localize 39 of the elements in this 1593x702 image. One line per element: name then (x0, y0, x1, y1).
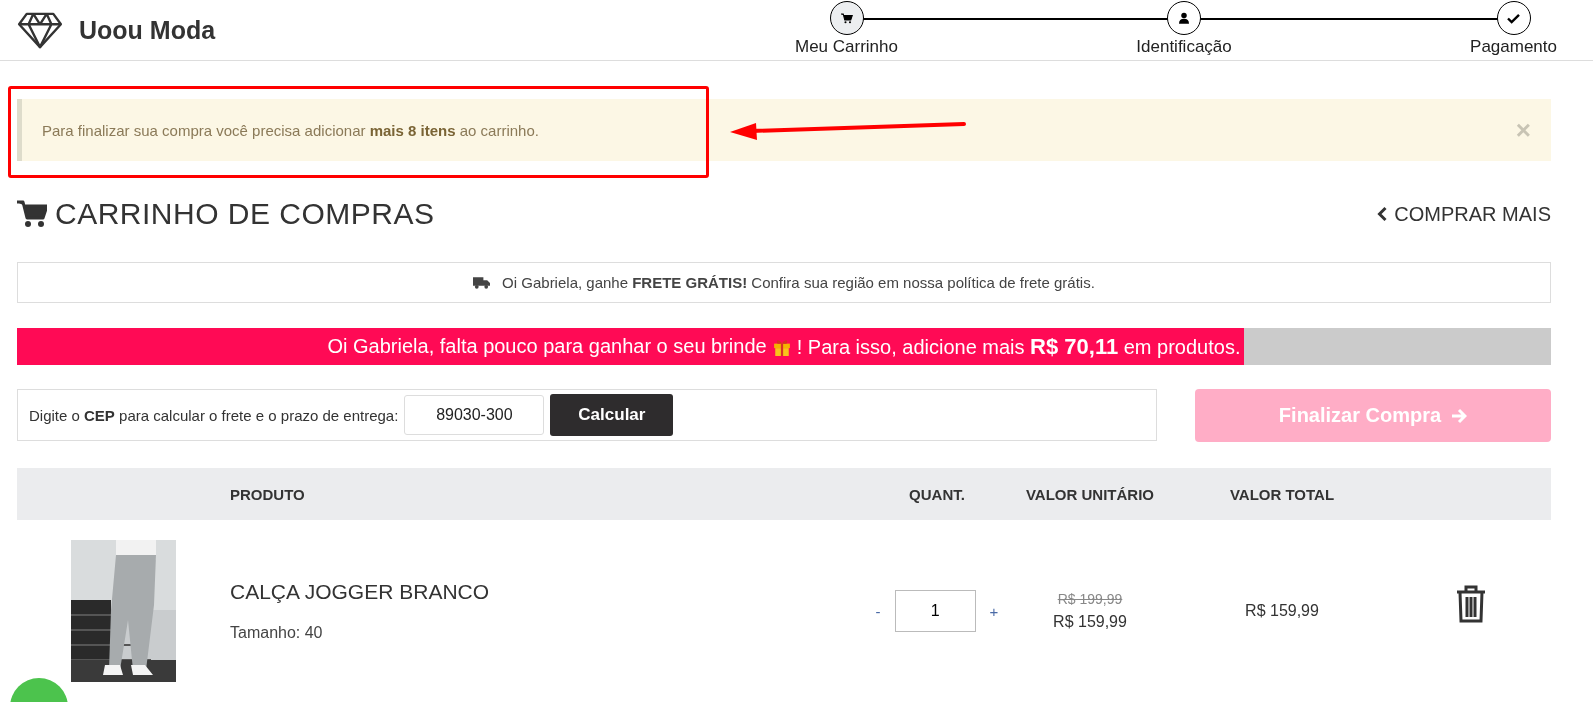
diamond-icon (17, 11, 63, 49)
cep-label: Digite o CEP para calcular o frete e o prazo de entrega: (29, 406, 399, 424)
alert-message: Para finalizar sua compra você precisa adicionar mais 8 itens ao carrinho. (42, 121, 539, 139)
user-icon (1179, 12, 1189, 24)
product-name[interactable]: CALÇA JOGGER BRANCO (230, 580, 867, 604)
step-label: Meu Carrinho (795, 37, 898, 57)
gift-progress-text: ! Para isso, adicione mais R$ 70,11 em produtos. (796, 333, 1241, 360)
increase-button[interactable]: + (985, 602, 1003, 620)
step-label: Pagamento (1470, 37, 1557, 57)
chevron-left-icon (1377, 206, 1389, 222)
cart-icon (840, 12, 853, 24)
product-size: Tamanho: 40 (230, 624, 324, 642)
check-icon (1507, 12, 1520, 24)
column-header: VALOR UNITÁRIO (1025, 485, 1155, 503)
truck-icon (473, 276, 491, 289)
step-circle[interactable] (1496, 1, 1531, 35)
step-circle[interactable] (829, 1, 864, 35)
step-circle[interactable] (1167, 1, 1201, 35)
quantity-field[interactable]: 1 (894, 590, 976, 632)
delete-button[interactable] (1456, 584, 1486, 626)
decrease-button[interactable]: - (871, 602, 885, 620)
continue-shopping-link[interactable]: COMPRAR MAIS (1377, 202, 1551, 226)
brand-name[interactable]: Uoou Moda (79, 15, 216, 45)
calculate-button[interactable]: Calcular (550, 394, 674, 436)
column-header: QUANT. (909, 485, 965, 503)
arrow-right-icon (1451, 407, 1468, 424)
page-title: CARRINHO DE COMPRAS (55, 197, 435, 231)
unit-price: R$ 159,99 (1053, 613, 1127, 631)
column-header: VALOR TOTAL (1229, 485, 1335, 503)
original-price: R$ 199,99 (1057, 591, 1123, 607)
shipping-notice: Oi Gabriela, ganhe FRETE GRÁTIS! Confira sua região em nossa política de frete grátis. (502, 274, 1095, 291)
gift-progress-text: Oi Gabriela, falta pouco para ganhar o seu brinde (327, 335, 767, 358)
column-header: PRODUTO (230, 485, 305, 503)
gift-icon (772, 337, 791, 356)
step-label: Identificação (1136, 37, 1232, 57)
cart-icon (17, 200, 47, 228)
cep-field[interactable]: 89030-300 (404, 395, 545, 435)
total-price: R$ 159,99 (1245, 602, 1319, 620)
trash-icon (1456, 584, 1486, 623)
